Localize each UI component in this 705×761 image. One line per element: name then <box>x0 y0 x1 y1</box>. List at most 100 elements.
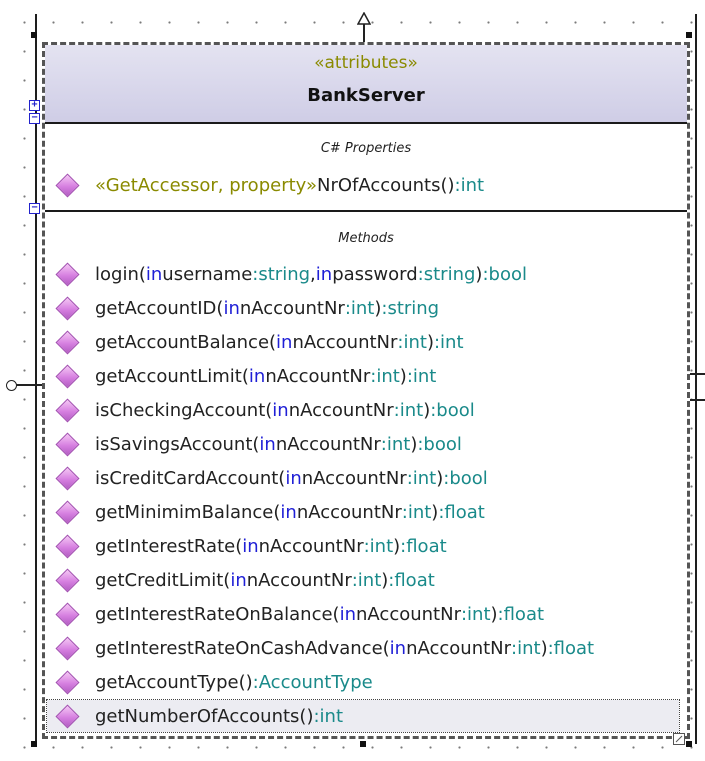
operation-icon <box>55 669 80 695</box>
resize-grip-icon[interactable] <box>673 733 685 745</box>
param-direction: in <box>223 297 240 319</box>
return-type: :int <box>406 365 437 387</box>
method-name: getCreditLimit( <box>95 569 231 591</box>
return-type: :int <box>433 331 464 353</box>
method-name: getAccountType() <box>95 671 253 693</box>
method-close-paren: ) <box>410 433 418 455</box>
collapse-toggle-icon[interactable]: − <box>29 113 40 124</box>
param-name: nAccountNr <box>239 297 345 319</box>
param-direction: in <box>259 433 276 455</box>
param-name: nAccountNr <box>258 535 364 557</box>
interface-lollipop-icon <box>6 380 17 391</box>
return-type: :bool <box>443 467 488 489</box>
operation-icon <box>55 499 80 525</box>
operation-icon <box>55 567 80 593</box>
generalization-connector[interactable] <box>363 22 365 44</box>
method-close-paren: ) <box>374 297 382 319</box>
param-name: nAccountNr <box>296 501 402 523</box>
method-row[interactable]: getAccountType():AccountType <box>55 666 373 698</box>
param-type: :int <box>344 297 375 319</box>
return-type: :AccountType <box>252 671 373 693</box>
class-header[interactable]: «attributes» BankServer <box>45 45 687 122</box>
method-name: isCheckingAccount( <box>95 399 273 421</box>
property-type: :int <box>454 174 485 196</box>
param-name: nAccountNr <box>288 399 394 421</box>
method-name: getInterestRate( <box>95 535 243 557</box>
operation-icon <box>55 635 80 661</box>
selection-handle[interactable] <box>31 32 37 38</box>
return-type: :string <box>381 297 440 319</box>
method-name: isSavingsAccount( <box>95 433 260 455</box>
selection-handle[interactable] <box>31 741 37 747</box>
return-type: :float <box>547 637 595 659</box>
param-direction: in <box>315 263 333 285</box>
expand-toggle-icon[interactable]: + <box>29 100 40 111</box>
operation-icon <box>55 465 80 491</box>
param-name: password <box>332 263 418 285</box>
method-row[interactable]: getInterestRate(in nAccountNr:int):float <box>55 530 447 562</box>
operation-icon <box>55 397 80 423</box>
method-name: getAccountLimit( <box>95 365 249 387</box>
interface-connector[interactable] <box>14 384 44 386</box>
return-type: :float <box>438 501 485 523</box>
selection-handle[interactable] <box>360 741 366 747</box>
method-row[interactable]: getMinimimBalance(in nAccountNr:int):flo… <box>55 496 485 528</box>
param-type: :int <box>401 501 432 523</box>
method-name: getAccountBalance( <box>95 331 277 353</box>
collapse-methods-toggle-icon[interactable]: − <box>29 203 40 214</box>
method-close-paren: ) <box>426 331 434 353</box>
selection-handle[interactable] <box>686 741 692 747</box>
method-row[interactable]: getAccountID(in nAccountNr:int):string <box>55 292 439 324</box>
property-name: NrOfAccounts() <box>317 174 455 196</box>
method-row[interactable]: getInterestRateOnCashAdvance(in nAccount… <box>55 632 594 664</box>
param-name: nAccountNr <box>265 365 371 387</box>
method-close-paren: ) <box>475 263 483 285</box>
properties-separator <box>45 210 687 212</box>
param-type: :int <box>370 365 400 387</box>
operation-icon <box>55 261 80 287</box>
method-row[interactable]: getInterestRateOnBalance(in nAccountNr:i… <box>55 598 544 630</box>
param-name: username <box>162 263 253 285</box>
property-stereotype: «GetAccessor, property» <box>95 174 318 196</box>
param-direction: in <box>248 365 266 387</box>
param-name: nAccountNr <box>406 637 512 659</box>
operation-icon <box>55 703 80 729</box>
param-direction: in <box>272 399 289 421</box>
association-connector-1[interactable] <box>690 373 705 375</box>
param-direction: in <box>145 263 163 285</box>
header-separator <box>45 122 687 124</box>
diagram-frame-right <box>695 14 697 744</box>
method-row[interactable]: getAccountLimit(in nAccountNr:int):int <box>55 360 436 392</box>
param-type: :int <box>380 433 411 455</box>
methods-section-title: Methods <box>338 231 394 246</box>
param-name: nAccountNr <box>275 433 381 455</box>
return-type: :bool <box>482 263 527 285</box>
method-close-paren: ) <box>436 467 444 489</box>
method-row[interactable]: getNumberOfAccounts():int <box>46 699 680 733</box>
method-row[interactable]: getCreditLimit(in nAccountNr:int):float <box>55 564 435 596</box>
method-row[interactable]: getAccountBalance(in nAccountNr:int):int <box>55 326 464 358</box>
method-close-paren: ) <box>381 569 389 591</box>
association-connector-2[interactable] <box>690 399 705 401</box>
method-name: getMinimimBalance( <box>95 501 281 523</box>
return-type: :bool <box>430 399 475 421</box>
class-stereotype: «attributes» <box>314 53 418 73</box>
method-row[interactable]: isCreditCardAccount(in nAccountNr:int):b… <box>55 462 488 494</box>
method-close-paren: ) <box>399 365 407 387</box>
param-name: nAccountNr <box>356 603 461 625</box>
method-row[interactable]: isCheckingAccount(in nAccountNr:int):boo… <box>55 394 475 426</box>
method-row[interactable]: login(in username:string, in password:st… <box>55 258 527 290</box>
method-name: getInterestRateOnBalance( <box>95 603 340 625</box>
operation-icon <box>55 329 80 355</box>
method-close-paren: ) <box>540 637 548 659</box>
property-row[interactable]: «GetAccessor, property» NrOfAccounts() :… <box>55 169 484 201</box>
operation-icon <box>55 601 80 627</box>
selection-handle[interactable] <box>686 32 692 38</box>
properties-section-title: C# Properties <box>320 141 412 156</box>
return-type: :int <box>313 705 344 727</box>
class-box[interactable]: «attributes» BankServer C# Properties «G… <box>42 42 690 739</box>
param-direction: in <box>230 569 247 591</box>
class-name[interactable]: BankServer <box>45 85 687 106</box>
method-row[interactable]: isSavingsAccount(in nAccountNr:int):bool <box>55 428 462 460</box>
method-name: login( <box>95 263 146 285</box>
